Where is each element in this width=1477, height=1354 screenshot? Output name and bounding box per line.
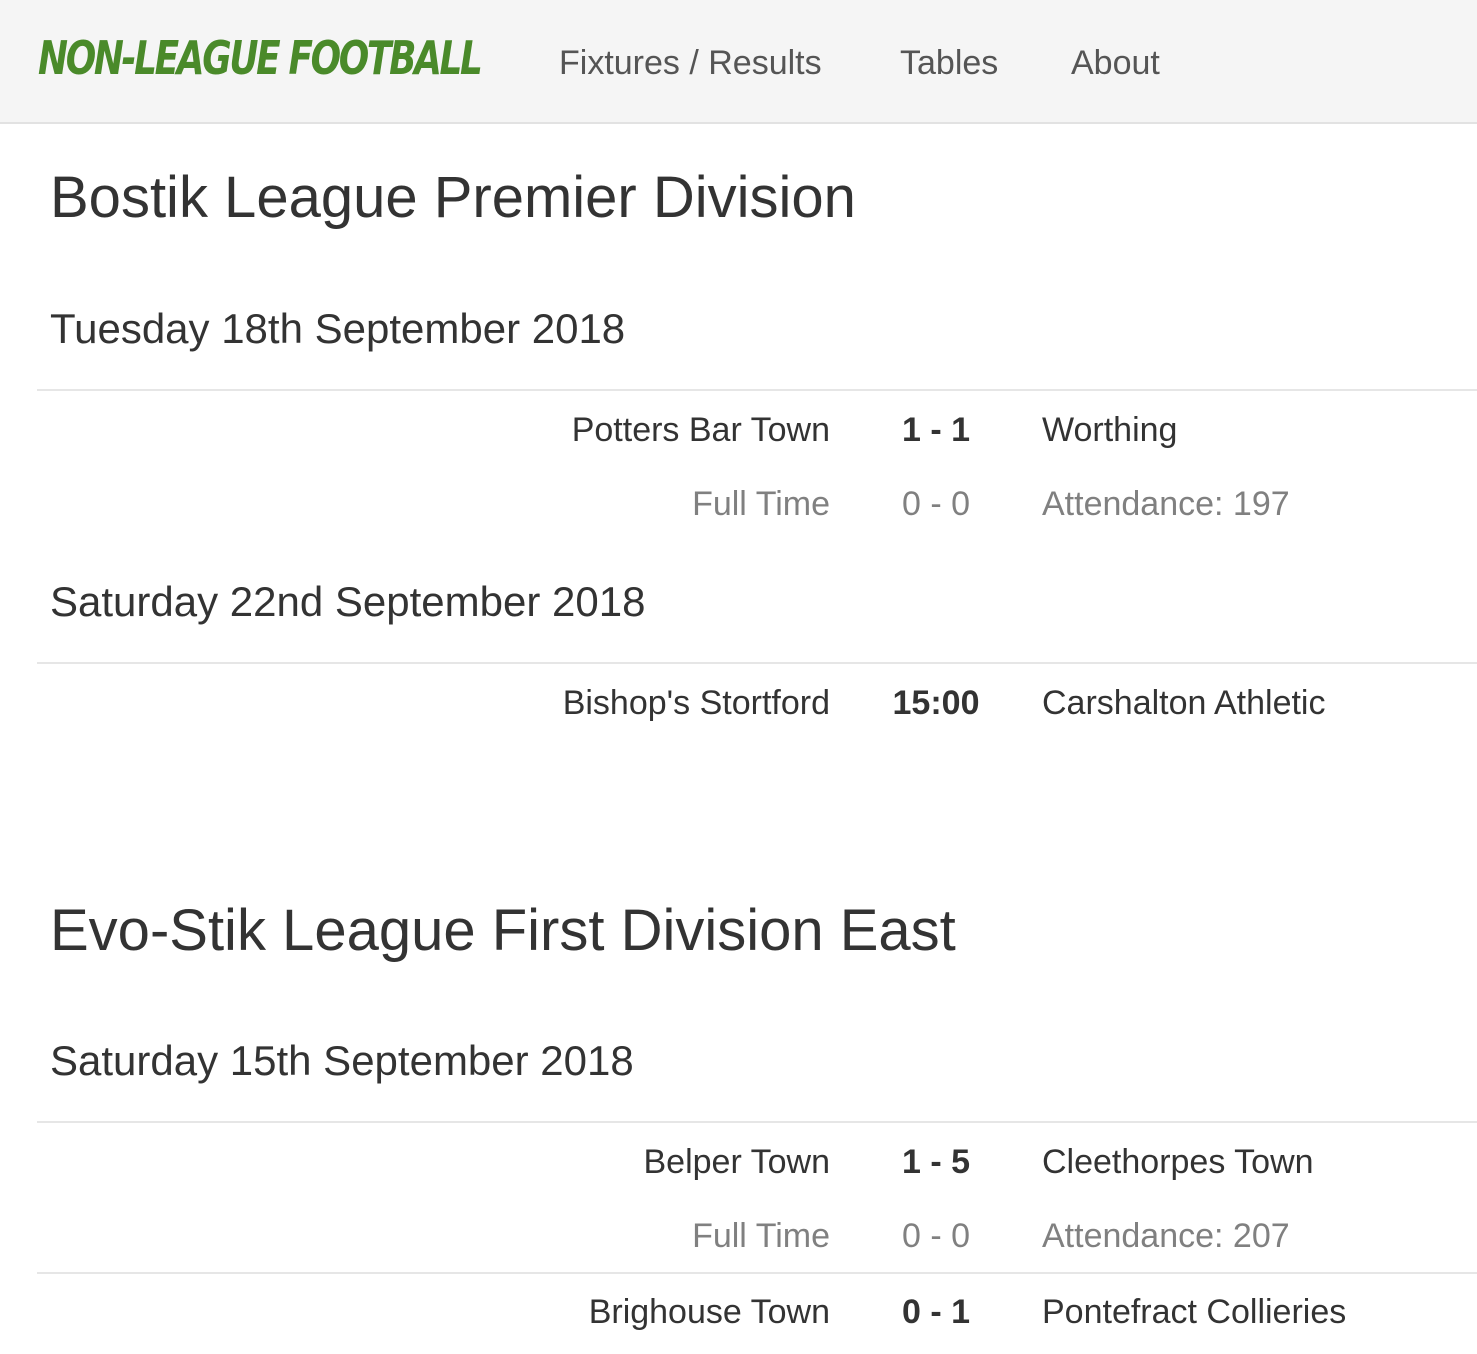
half-time-score: 0 - 0: [901, 1217, 971, 1255]
match-score[interactable]: 1 - 1: [902, 408, 970, 452]
half-time-score: 0 - 0: [901, 485, 971, 523]
home-team[interactable]: Potters Bar Town: [572, 408, 830, 452]
date-heading: Tuesday 18th September 2018: [50, 305, 626, 352]
navbar: Non-League Football Fixtures / Results T…: [0, 0, 1477, 124]
date-heading: Saturday 15th September 2018: [50, 1037, 634, 1084]
date-heading: Saturday 22nd September 2018: [50, 578, 646, 625]
match-status: Full Time: [692, 485, 830, 523]
away-team[interactable]: Worthing: [1042, 408, 1177, 452]
divider: [37, 662, 1477, 664]
nav-tables[interactable]: Tables: [900, 36, 998, 90]
divider: [37, 389, 1477, 391]
divider: [37, 1272, 1477, 1274]
away-team[interactable]: Pontefract Collieries: [1042, 1290, 1346, 1334]
away-team[interactable]: Cleethorpes Town: [1042, 1140, 1314, 1184]
away-team[interactable]: Carshalton Athletic: [1042, 681, 1326, 725]
nav-about[interactable]: About: [1071, 36, 1160, 90]
nav-fixtures-results[interactable]: Fixtures / Results: [559, 36, 822, 90]
home-team[interactable]: Brighouse Town: [589, 1290, 830, 1334]
home-team[interactable]: Belper Town: [644, 1140, 831, 1184]
match-score[interactable]: 0 - 1: [902, 1290, 970, 1334]
league-title: Bostik League Premier Division: [50, 165, 856, 230]
kickoff-time[interactable]: 15:00: [893, 681, 980, 725]
brand-logo[interactable]: Non-League Football: [38, 28, 483, 88]
league-title: Evo-Stik League First Division East: [50, 898, 956, 963]
attendance: Attendance: 197: [1042, 485, 1290, 523]
home-team[interactable]: Bishop's Stortford: [563, 681, 830, 725]
divider: [37, 1121, 1477, 1123]
match-score[interactable]: 1 - 5: [902, 1140, 970, 1184]
attendance: Attendance: 207: [1042, 1217, 1290, 1255]
match-status: Full Time: [692, 1217, 830, 1255]
